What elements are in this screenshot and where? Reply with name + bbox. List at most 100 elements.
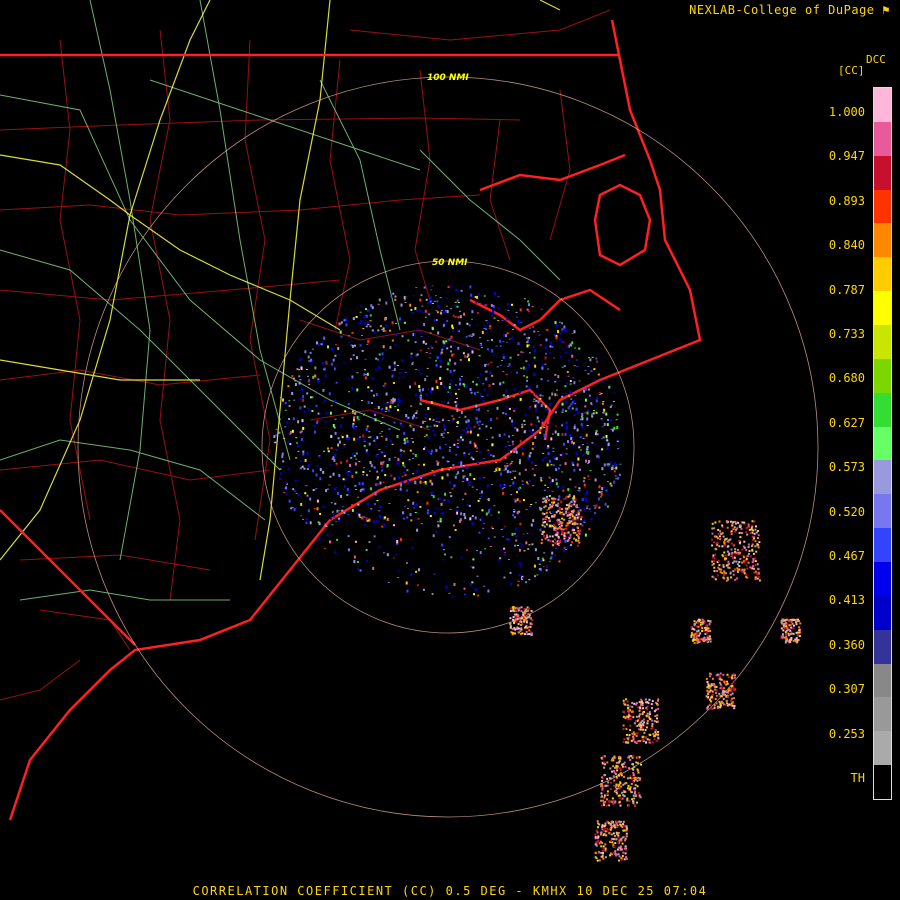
echo-pixel [509,371,512,373]
echo-pixel [459,310,461,312]
echo-pixel [513,410,516,412]
echo-pixel [580,499,583,501]
echo-pixel [729,572,732,575]
echo-pixel [585,450,588,454]
echo-pixel [526,308,529,311]
echo-pixel [609,788,612,791]
echo-pixel [511,434,514,436]
echo-pixel [551,392,554,396]
echo-pixel [431,302,434,304]
echo-pixel [633,722,636,725]
echo-pixel [619,463,622,465]
echo-pixel [543,525,546,528]
echo-pixel [421,388,424,392]
echo-pixel [460,512,463,516]
echo-pixel [343,319,346,322]
echo-pixel [609,461,612,464]
radar-map [0,0,900,900]
echo-pixel [338,440,341,444]
echo-pixel [603,833,606,836]
legend-tick-label: 0.893 [828,193,865,208]
echo-pixel [657,699,659,702]
echo-pixel [713,566,716,569]
echo-pixel [621,765,624,768]
echo-pixel [792,619,795,621]
echo-pixel [479,498,481,500]
echo-pixel [441,509,443,510]
echo-pixel [523,333,526,336]
echo-pixel [513,532,516,535]
echo-pixel [513,613,516,616]
echo-pixel [378,298,381,302]
echo-pixel [303,410,306,413]
echo-pixel [353,418,355,422]
echo-pixel [527,363,530,367]
echo-pixel [603,463,606,467]
echo-pixel [586,507,588,509]
echo-pixel [625,856,628,858]
echo-pixel [751,561,754,564]
echo-pixel [546,463,549,467]
echo-pixel [519,397,522,401]
echo-pixel [786,640,789,643]
echo-pixel [312,375,315,379]
echo-pixel [713,683,716,685]
echo-pixel [585,459,587,463]
echo-pixel [700,625,703,628]
echo-pixel [582,437,585,439]
echo-pixel [749,531,752,534]
echo-pixel [418,568,420,572]
echo-pixel [381,430,384,432]
echo-pixel [555,323,558,327]
echo-pixel [602,436,605,439]
echo-pixel [492,310,495,313]
echo-pixel [469,417,472,419]
echo-pixel [618,755,621,758]
echo-pixel [365,549,368,551]
echo-pixel [335,449,338,451]
echo-pixel [563,537,566,540]
echo-pixel [576,518,579,521]
echo-pixel [519,616,522,619]
echo-pixel [551,345,554,348]
echo-pixel [545,338,548,342]
echo-pixel [447,402,450,404]
echo-pixel [644,729,647,732]
echo-pixel [347,471,350,473]
echo-pixel [364,315,367,316]
echo-pixel [325,412,328,414]
echo-pixel [359,436,362,438]
echo-pixel [334,418,337,420]
echo-pixel [452,596,455,598]
echo-pixel [561,408,564,412]
echo-pixel [302,452,305,456]
echo-pixel [334,399,337,403]
echo-pixel [465,427,468,431]
echo-pixel [306,369,308,370]
echo-pixel [533,564,536,568]
echo-pixel [437,331,440,335]
echo-pixel [539,344,542,347]
echo-pixel [563,535,566,537]
echo-pixel [491,374,494,377]
echo-pixel [798,629,801,632]
echo-pixel [374,418,377,422]
echo-pixel [389,410,392,412]
echo-pixel [545,329,548,330]
echo-pixel [385,437,388,441]
echo-pixel [338,513,341,515]
echo-pixel [354,344,356,347]
echo-pixel [621,763,624,766]
echo-pixel [619,767,622,770]
legend-swatch [874,697,891,732]
echo-pixel [757,534,760,537]
echo-pixel [562,393,565,395]
echo-pixel [549,459,551,463]
echo-pixel [418,388,421,392]
echo-pixel [723,577,726,580]
echo-pixel [437,521,440,523]
echo-pixel [559,539,562,542]
echo-pixel [607,822,610,824]
echo-pixel [600,795,603,798]
echo-pixel [731,524,734,527]
